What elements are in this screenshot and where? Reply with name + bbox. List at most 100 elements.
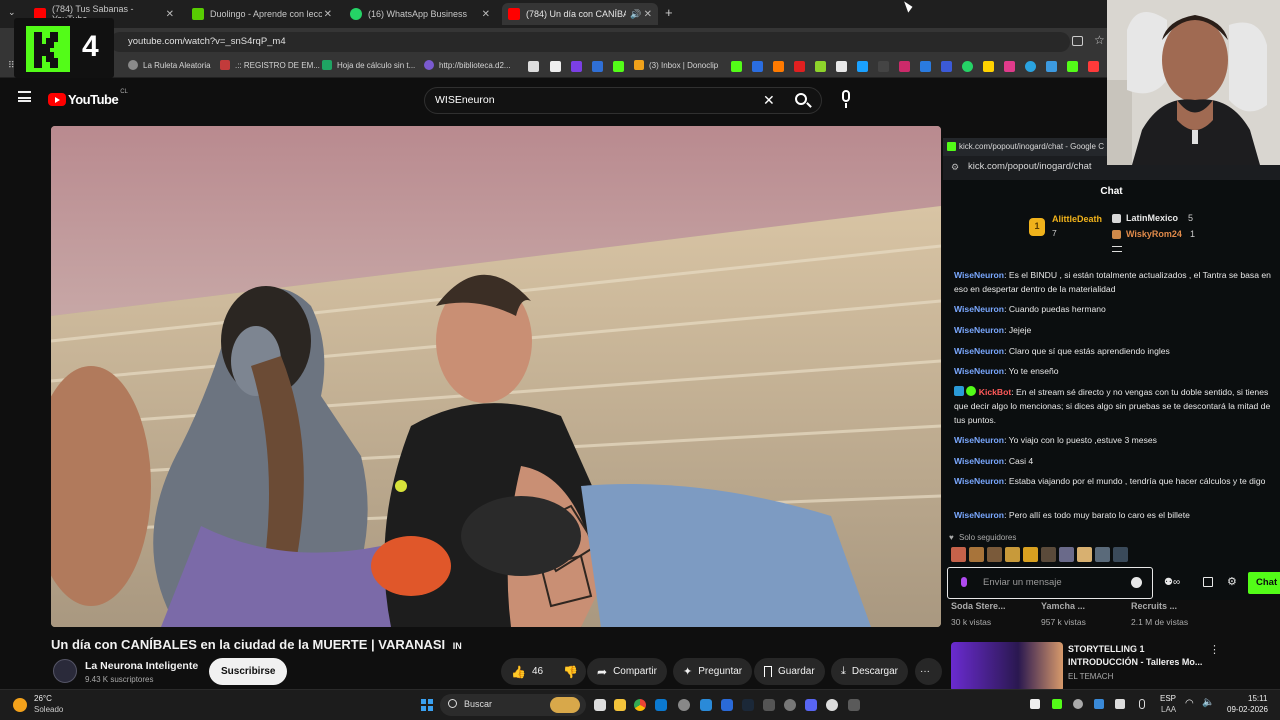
microphone-tray-icon[interactable] (1139, 699, 1145, 709)
emote-icon[interactable] (951, 547, 966, 562)
like-button[interactable]: 👍 46 👎 (501, 658, 586, 685)
bookmark-icon[interactable] (920, 61, 931, 72)
browser-tab-4-active[interactable]: (784) Un día con CANÍBALE 🔊 ✕ (502, 3, 658, 25)
taskbar-search[interactable]: Buscar (440, 694, 586, 716)
featured-rec-subtitle[interactable]: INTRODUCCIÓN - Talleres Mo... (1068, 657, 1202, 667)
close-tab-icon[interactable]: ✕ (644, 9, 652, 20)
download-button[interactable]: ⤓ Descargar (831, 658, 909, 685)
tray-icon[interactable] (1030, 699, 1040, 709)
emote-icon[interactable] (1113, 547, 1128, 562)
tray-icon[interactable] (1073, 699, 1083, 709)
save-button[interactable]: Guardar (754, 658, 825, 685)
file-explorer-icon[interactable] (614, 699, 626, 711)
app-icon[interactable] (721, 699, 733, 711)
app-icon[interactable] (655, 699, 667, 711)
browser-tab-2[interactable]: Duolingo - Aprende con leccio ✕ (186, 3, 338, 25)
close-tab-icon[interactable]: ✕ (324, 9, 332, 20)
youtube-logo[interactable]: YouTube CL (48, 89, 128, 107)
bookmark-ruleta[interactable]: La Ruleta Aleatoria (128, 60, 211, 70)
windows-start-icon[interactable] (421, 699, 433, 711)
emote-icon[interactable] (1023, 547, 1038, 562)
rec-title[interactable]: Soda Stere... (951, 601, 1006, 611)
bookmark-icon[interactable] (899, 61, 910, 72)
voice-search-icon[interactable] (842, 90, 850, 102)
emote-icon[interactable] (987, 547, 1002, 562)
rec-title[interactable]: Yamcha ... (1041, 601, 1085, 611)
address-bar[interactable]: youtube.com/watch?v=_snS4rqP_m4 (110, 32, 1070, 52)
hamburger-menu-icon[interactable] (18, 91, 31, 102)
wifi-icon[interactable]: ◠ (1185, 698, 1194, 709)
bookmark-biblioteca[interactable]: http://biblioteca.d2... (424, 60, 511, 70)
bookmark-icon[interactable] (815, 61, 826, 72)
tab-list-chevron-icon[interactable]: ⌄ (8, 7, 16, 18)
leader-name[interactable]: LatinMexico (1126, 213, 1178, 223)
bookmark-hoja-calculo[interactable]: Hoja de cálculo sin t... (322, 60, 415, 70)
tray-icon[interactable] (1094, 699, 1104, 709)
bookmark-icon[interactable] (1088, 61, 1099, 72)
bookmark-star-icon[interactable]: ☆ (1094, 33, 1105, 47)
app-icon[interactable] (784, 699, 796, 711)
bookmark-donoclip[interactable]: (3) Inbox | Donoclip (634, 60, 718, 70)
clock-time[interactable]: 15:11 (1248, 694, 1267, 703)
bookmark-icon[interactable] (941, 61, 952, 72)
rec-title[interactable]: Recruits ... (1131, 601, 1177, 611)
emote-icon[interactable] (1041, 547, 1056, 562)
bookmark-registro[interactable]: .:: REGISTRO DE EM... (220, 60, 320, 70)
new-tab-button[interactable]: + (665, 5, 673, 20)
chrome-icon[interactable] (634, 699, 646, 711)
bookmark-icon[interactable] (571, 61, 582, 72)
bookmark-icon[interactable] (878, 61, 889, 72)
send-chat-button[interactable]: Chat (1248, 572, 1280, 594)
bookmark-icon[interactable] (773, 61, 784, 72)
ask-button[interactable]: ✦ Preguntar (673, 658, 753, 685)
featured-rec-thumbnail[interactable] (951, 642, 1063, 692)
rec-menu-icon[interactable]: ⋮ (1209, 643, 1220, 656)
app-icon[interactable] (826, 699, 838, 711)
tab-audio-icon[interactable]: 🔊 (630, 9, 641, 20)
leader-name[interactable]: AlittleDeath (1052, 214, 1102, 224)
clear-search-icon[interactable]: ✕ (763, 92, 775, 109)
install-app-icon[interactable] (1072, 36, 1083, 46)
emote-icon[interactable] (1077, 547, 1092, 562)
close-tab-icon[interactable]: ✕ (482, 9, 490, 20)
emote-icon[interactable] (1095, 547, 1110, 562)
share-button[interactable]: ➦ Compartir (587, 658, 667, 685)
search-input[interactable]: WISEneuron ✕ (424, 87, 822, 114)
close-tab-icon[interactable]: ✕ (166, 9, 174, 20)
bookmark-icon[interactable] (1004, 61, 1015, 72)
bookmark-icon[interactable] (1046, 61, 1057, 72)
featured-rec-title[interactable]: STORYTELLING 1 (1068, 644, 1145, 654)
input-language[interactable]: ESP (1160, 694, 1176, 703)
gift-icon[interactable] (1203, 577, 1213, 587)
volume-icon[interactable]: 🔈 (1202, 697, 1214, 708)
bookmark-icon[interactable] (1067, 61, 1078, 72)
channel-avatar[interactable] (53, 659, 77, 683)
more-actions-button[interactable]: ··· (915, 658, 942, 685)
kicks-icon[interactable]: ⚉∞ (1164, 577, 1180, 588)
bookmark-icon[interactable] (528, 61, 539, 72)
bookmark-icon[interactable] (752, 61, 763, 72)
emote-icon[interactable] (1005, 547, 1020, 562)
bookmark-icon[interactable] (836, 61, 847, 72)
app-icon[interactable] (763, 699, 775, 711)
bookmark-icon[interactable] (731, 61, 742, 72)
site-settings-icon[interactable]: ⚙ (951, 162, 959, 173)
bookmark-icon[interactable] (794, 61, 805, 72)
tray-icon[interactable] (1052, 699, 1062, 709)
bookmark-icon[interactable] (857, 61, 868, 72)
kick-bookmark-icon[interactable] (613, 61, 624, 72)
chat-message-input[interactable]: Enviar un mensaje (947, 567, 1153, 599)
emote-icon[interactable] (969, 547, 984, 562)
browser-tab-3[interactable]: (16) WhatsApp Business ✕ (344, 3, 496, 25)
expand-leaderboard-icon[interactable] (1112, 246, 1122, 252)
app-icon[interactable] (700, 699, 712, 711)
emoji-icon[interactable] (1131, 577, 1142, 588)
app-icon[interactable] (805, 699, 817, 711)
bookmark-icon[interactable] (550, 61, 561, 72)
chat-settings-gear-icon[interactable]: ⚙ (1227, 575, 1237, 588)
leader-name[interactable]: WiskyRom24 (1126, 229, 1182, 239)
emote-icon[interactable] (1059, 547, 1074, 562)
weather-temperature[interactable]: 26°C (34, 694, 52, 703)
channel-name[interactable]: La Neurona Inteligente (85, 660, 198, 672)
subscribe-button[interactable]: Suscribirse (209, 658, 288, 685)
